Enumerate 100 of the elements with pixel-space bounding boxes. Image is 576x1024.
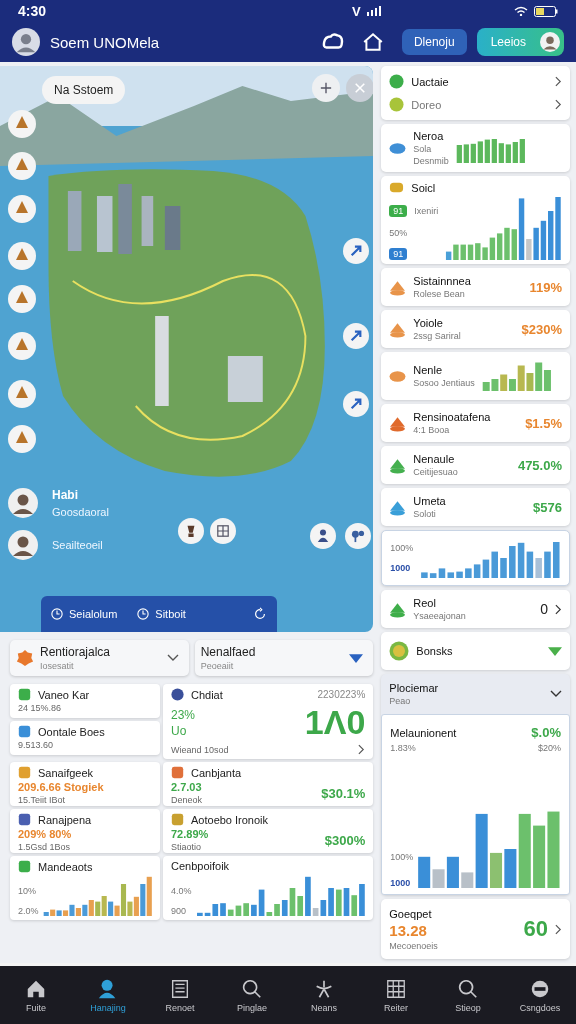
card-figure: 209.6.66 Stogiek [18,781,105,793]
map-pin-icon[interactable] [8,425,36,453]
side-card[interactable]: Goeqpet 13.28 Mecoenoeis 60 [381,899,570,959]
card-value: $230% [521,321,562,337]
nav-tab[interactable]: Renoet [147,977,213,1013]
map-pin-icon[interactable] [8,195,36,223]
card-value: $576 [533,499,562,515]
wifi-icon [514,6,528,16]
bar-chart-drawing [481,361,552,391]
map-pin-icon[interactable] [8,152,36,180]
side-card[interactable]: Soicl 91 Ixeniri 50% 91 [381,176,570,264]
clock-icon [137,608,150,620]
card-title: Ranajpena [38,813,92,826]
card-figure: Uo [171,723,188,738]
axis-label: 1000 [390,878,412,888]
side-card[interactable]: Nenaule Ceitijesuao 475.0% [381,446,570,484]
dropdown-field[interactable]: Rentiorajalca Iosesatit [10,640,189,676]
count-badge: 91 [389,205,408,218]
person-icon[interactable] [310,523,336,549]
side-card[interactable]: Rensinoatafena 4:1 Booa $1.5% [381,404,570,442]
nav-tab[interactable]: Neans [291,977,357,1013]
arrow-marker-icon[interactable] [343,323,369,349]
chevron-down-icon [166,654,179,662]
tree-icon[interactable] [345,523,371,549]
stat-card[interactable]: Aotoebo Ironoik 72.89% Stiaotio $300% [163,809,374,853]
side-card[interactable]: Nenle Sosoo Jentiaus [381,352,570,400]
stat-card[interactable]: Chdiat 2230223% 23% Uo 1Λ0 Wieand 10sod [163,684,374,759]
card-title: Sistainnnea [413,275,471,287]
stat-card[interactable]: Vaneo Kar 24 15%.86 [10,684,160,718]
battery-icon [534,5,558,17]
carrier-label: V [352,3,361,19]
map-pin-icon[interactable] [8,285,36,313]
side-card[interactable]: Yoiole 2ssg Sariral $230% [381,310,570,348]
side-card[interactable]: Sistainnnea Rolese Bean 119% [381,268,570,306]
card-title: Nenle [413,364,444,376]
axis-label: 10% [18,886,37,896]
map-pin-icon[interactable] [8,332,36,360]
arrow-marker-icon[interactable] [343,391,369,417]
grid-icon[interactable] [210,518,236,544]
side-card[interactable]: Neroa Sola Desnmib [381,124,570,172]
stat-card[interactable]: Oontale Boes 9.513.60 [10,721,160,755]
side-card[interactable]: Uactaie Doreo [381,66,570,120]
avatar-icon[interactable] [8,488,38,518]
side-card[interactable]: Bonsks [381,632,570,670]
card-caption: 2ssg Sariral [413,331,461,341]
card-title: Cenbpoifoik [171,860,230,872]
map-pin-icon[interactable] [8,380,36,408]
chevron-right-icon [555,923,562,935]
card-caption: 1.5Gsd 1Bos [18,842,72,852]
stat-card[interactable]: Mandeaots 10% 2.0% [10,856,160,920]
avatar-icon[interactable] [8,530,38,560]
stat-card[interactable]: Canbjanta 2.7.03 Deneok $30.1% [163,762,374,806]
map-action-button[interactable]: Seialolum [51,608,118,620]
avatar-icon[interactable] [12,28,40,56]
card-caption: Rolese Bean [413,289,466,299]
list-icon [169,977,191,1000]
search-icon [457,977,479,1000]
card-caption: 4:1 Booa [413,425,451,435]
lamp-icon[interactable] [178,518,204,544]
arrow-marker-icon[interactable] [343,238,369,264]
nav-tab[interactable]: Hanajing [75,977,141,1013]
nav-tab[interactable]: Pinglae [219,977,285,1013]
plus-icon [320,82,332,94]
dropdown-value: Nenalfaed [200,645,256,659]
timeline-subtitle: Seailteoeil [52,539,103,551]
nav-tab[interactable]: Csngdoes [507,977,573,1013]
stat-card[interactable]: Ranajpena 209% 80% 1.5Gsd 1Bos [10,809,160,853]
map-pin-icon[interactable] [8,110,36,138]
card-caption: 24 15%.86 [18,703,63,713]
nav-tab[interactable]: Reiter [363,977,429,1013]
stat-card[interactable]: Cenbpoifoik 4.0% 900 [163,856,374,920]
card-caption: Sola [413,144,433,154]
side-card[interactable]: 100% 1000 [381,530,570,586]
card-value: 1Λ0 [304,703,366,742]
header-button[interactable]: Dlenoju [401,29,467,55]
card-figure: 23% [171,707,197,722]
map-pin-icon[interactable] [8,242,36,270]
card-title: Oontale Boes [38,725,105,738]
side-card[interactable]: Reol Ysaeeajonan 0 [381,590,570,628]
signal-icon [366,6,381,16]
side-card[interactable]: Plociemar Peao Melaunionent $.0% 1.83% $20% 100% 1000 [381,674,570,895]
card-title: Neroa [413,130,445,142]
card-caption: Ixeniri [414,206,439,217]
chart-title: Melaunionent [390,726,457,739]
timeline-subtitle: Goosdaoral [52,506,109,518]
card-value: $1.5% [525,415,562,431]
map-action-button[interactable]: Sitboit [137,608,186,620]
nav-tab[interactable]: Fuite [3,977,69,1013]
clock-icon [51,608,63,620]
card-caption: Soloti [413,509,437,519]
nav-tab[interactable]: Stieop [435,977,501,1013]
dropdown-field[interactable]: Nenalfaed Peoeaiit [194,640,374,676]
card-figure: 2.7.03 [171,781,203,793]
house-icon[interactable] [361,31,384,53]
card-figure: 13.28 [389,921,428,939]
refresh-icon[interactable] [253,607,267,621]
map-search-chip[interactable]: Na Sstoem [42,76,126,104]
card-title: Goeqpet [389,907,433,920]
stat-card[interactable]: Sanaifgeek 209.6.66 Stogiek 15.Teiit IBot [10,762,160,806]
side-card[interactable]: Umeta Soloti $576 [381,488,570,526]
